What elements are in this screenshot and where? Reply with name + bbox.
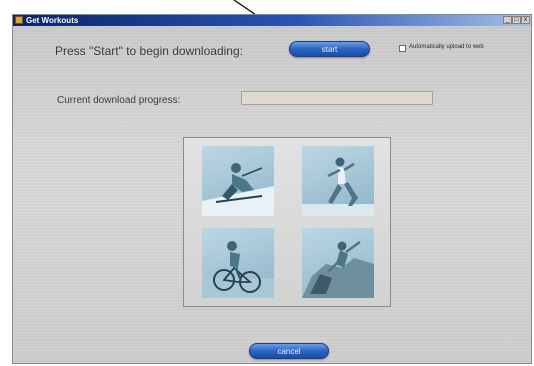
download-progress-bar [241,91,433,105]
get-workouts-window: Get Workouts _ □ x Press "Start" to begi… [12,14,532,364]
auto-upload-label: Automatically upload to web [409,44,484,50]
workout-image-panel [183,137,391,307]
start-button[interactable]: start [289,41,370,57]
maximize-icon[interactable]: □ [512,16,521,24]
cyclist-photo [202,228,274,298]
skier-photo [202,146,274,216]
runner-photo [302,146,374,216]
cancel-button[interactable]: cancel [249,343,329,359]
climber-photo [302,228,374,298]
app-icon [15,16,23,24]
window-title: Get Workouts [26,16,79,25]
start-prompt: Press "Start" to begin downloading: [55,44,243,58]
minimize-icon[interactable]: _ [503,16,512,24]
title-bar: Get Workouts _ □ x [13,15,531,26]
auto-upload-checkbox[interactable] [399,45,406,52]
progress-label: Current download progress: [57,95,181,106]
close-icon[interactable]: x [521,16,530,24]
